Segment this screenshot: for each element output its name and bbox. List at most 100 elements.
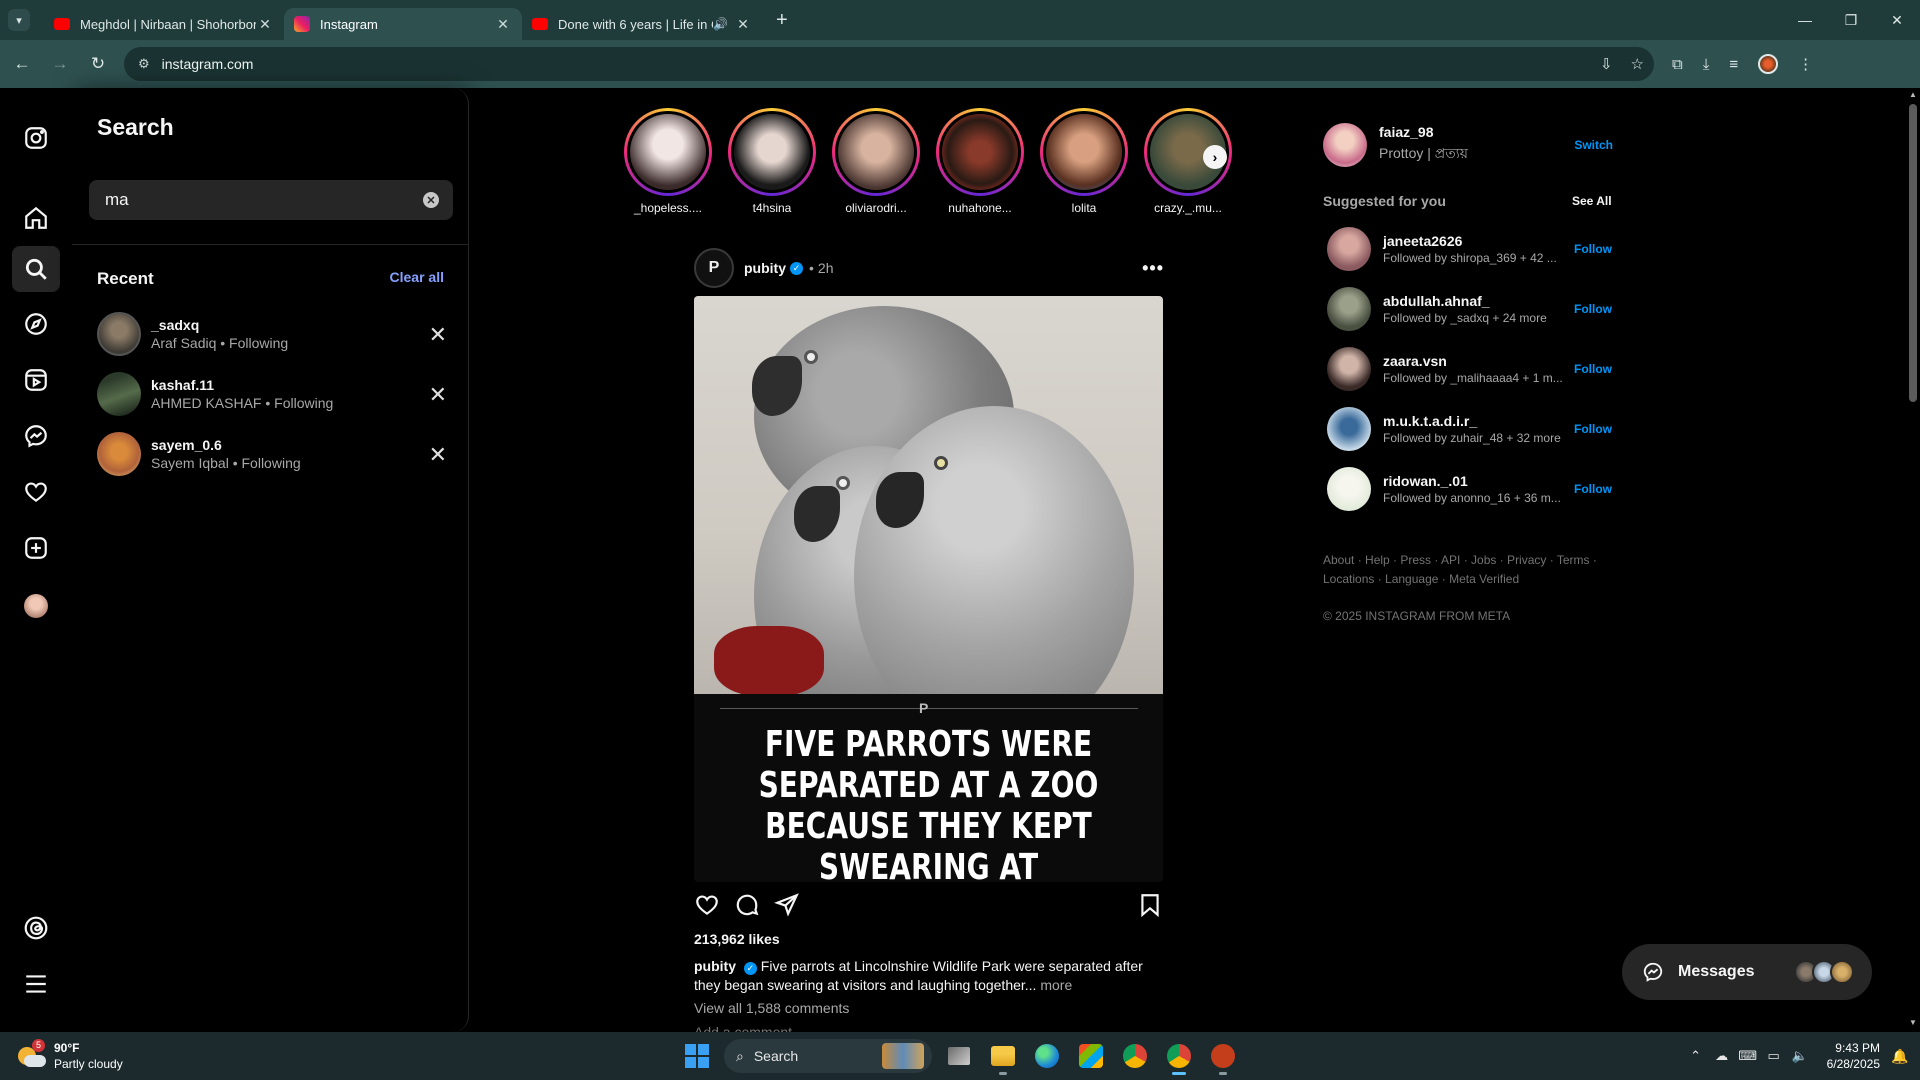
avatar[interactable]	[1327, 347, 1371, 391]
footer-links-row-2[interactable]: Locations · Language · Meta Verified	[1323, 570, 1623, 589]
menu-kebab-icon[interactable]: ⋮	[1798, 55, 1813, 73]
chrome-profile-icon[interactable]	[1162, 1039, 1196, 1075]
follow-button[interactable]: Follow	[1574, 302, 1612, 316]
extensions-icon[interactable]: ⧉	[1672, 56, 1683, 73]
notifications-heart-icon[interactable]	[20, 476, 52, 508]
post-media[interactable]: P FIVE PARROTS WERE SEPARATED AT A ZOO B…	[694, 296, 1163, 882]
profile-avatar-icon[interactable]	[1758, 54, 1779, 74]
tab-search-dropdown-icon[interactable]: ▾	[8, 9, 30, 31]
reload-icon[interactable]: ↻	[82, 48, 114, 80]
messenger-icon[interactable]	[20, 420, 52, 452]
suggestion-username[interactable]: ridowan._.01	[1383, 473, 1561, 489]
recent-item-sadxq[interactable]: _sadxq Araf Sadiq • Following ✕	[97, 308, 447, 360]
scroll-down-icon[interactable]: ▼	[1909, 1018, 1917, 1027]
post-author-username[interactable]: pubity	[744, 260, 786, 276]
caption-username[interactable]: pubity	[694, 958, 736, 974]
close-tab-icon[interactable]: ✕	[734, 16, 752, 33]
downloads-icon[interactable]: ⤓	[1703, 56, 1710, 73]
reels-icon[interactable]	[20, 364, 52, 396]
speaker-icon[interactable]: 🔊	[713, 17, 728, 31]
instagram-logo-icon[interactable]	[20, 122, 52, 154]
microsoft-store-icon[interactable]	[1074, 1039, 1108, 1073]
avatar[interactable]	[1327, 407, 1371, 451]
follow-button[interactable]: Follow	[1574, 362, 1612, 376]
notification-bell-icon[interactable]: 🔔	[1880, 1048, 1920, 1065]
follow-button[interactable]: Follow	[1574, 482, 1612, 496]
post-likes-count[interactable]: 213,962 likes	[694, 931, 780, 947]
save-bookmark-icon[interactable]	[1137, 892, 1163, 918]
search-input-wrapper[interactable]: ✕	[89, 180, 453, 220]
see-all-button[interactable]: See All	[1572, 194, 1612, 208]
footer-links-row-1[interactable]: About · Help · Press · API · Jobs · Priv…	[1323, 551, 1623, 570]
network-icon[interactable]: ▭	[1761, 1048, 1787, 1064]
recent-item-kashaf[interactable]: kashaf.11 AHMED KASHAF • Following ✕	[97, 368, 447, 420]
suggestion-username[interactable]: abdullah.ahnaf_	[1383, 293, 1547, 309]
tab-instagram[interactable]: Instagram ✕	[284, 8, 522, 40]
volume-icon[interactable]: 🔈	[1787, 1048, 1813, 1064]
create-plus-icon[interactable]	[20, 532, 52, 564]
show-hidden-icons-chevron-icon[interactable]: ⌃	[1683, 1048, 1709, 1064]
forward-icon[interactable]: →	[44, 48, 76, 80]
caption-more-link[interactable]: more	[1040, 977, 1072, 993]
minimize-icon[interactable]: —	[1782, 0, 1828, 40]
close-tab-icon[interactable]: ✕	[256, 16, 274, 33]
view-all-comments-link[interactable]: View all 1,588 comments	[694, 1000, 849, 1016]
suggestion-username[interactable]: m.u.k.t.a.d.i.r_	[1383, 413, 1561, 429]
file-explorer-icon[interactable]	[986, 1039, 1020, 1075]
story-item[interactable]: lolita	[1040, 108, 1128, 215]
site-info-icon[interactable]: ⚙	[138, 56, 150, 72]
remove-recent-icon[interactable]: ✕	[429, 442, 447, 468]
story-item[interactable]: oliviarodri...	[832, 108, 920, 215]
profile-avatar[interactable]	[24, 594, 48, 618]
chrome-icon[interactable]	[1118, 1039, 1152, 1073]
weather-widget[interactable]: 5 90°F Partly cloudy	[18, 1039, 123, 1072]
share-send-icon[interactable]	[774, 892, 800, 918]
story-item[interactable]: _hopeless....	[624, 108, 712, 215]
scrollbar-thumb[interactable]	[1909, 104, 1917, 402]
follow-button[interactable]: Follow	[1574, 242, 1612, 256]
post-author-avatar[interactable]: P	[694, 248, 734, 288]
tab-done-with-6-years[interactable]: Done with 6 years | Life in Canada 🔊 ✕	[522, 8, 762, 40]
clear-search-icon[interactable]: ✕	[423, 192, 439, 208]
recent-item-sayem[interactable]: sayem_0.6 Sayem Iqbal • Following ✕	[97, 428, 447, 480]
media-control-icon[interactable]: ≡	[1729, 56, 1738, 73]
suggestion-username[interactable]: janeeta2626	[1383, 233, 1557, 249]
onedrive-off-icon[interactable]: ☁	[1709, 1048, 1735, 1064]
edge-browser-icon[interactable]	[1030, 1039, 1064, 1073]
clock[interactable]: 9:43 PM 6/28/2025	[1827, 1040, 1880, 1072]
avatar[interactable]	[1327, 227, 1371, 271]
new-tab-icon[interactable]: +	[776, 9, 788, 32]
keyboard-icon[interactable]: ⌨	[1735, 1048, 1761, 1064]
install-app-icon[interactable]: ⇩	[1600, 55, 1613, 73]
close-window-icon[interactable]: ✕	[1874, 0, 1920, 40]
stories-next-chevron-icon[interactable]: ›	[1203, 145, 1227, 169]
avatar[interactable]	[1327, 467, 1371, 511]
bookmark-star-icon[interactable]: ☆	[1631, 55, 1644, 73]
scroll-up-icon[interactable]: ▲	[1909, 90, 1917, 99]
taskbar-search[interactable]: ⌕ Search	[724, 1039, 932, 1073]
add-comment-input[interactable]: Add a comment...	[694, 1024, 804, 1032]
current-username[interactable]: faiaz_98	[1379, 124, 1468, 140]
story-item[interactable]: nuhahone...	[936, 108, 1024, 215]
home-icon[interactable]	[20, 202, 52, 234]
search-input[interactable]	[105, 190, 405, 210]
more-menu-icon[interactable]	[20, 968, 52, 1000]
explore-compass-icon[interactable]	[20, 308, 52, 340]
story-item[interactable]: t4hsina	[728, 108, 816, 215]
avatar[interactable]	[1327, 287, 1371, 331]
like-heart-icon[interactable]	[694, 892, 720, 918]
powerpoint-icon[interactable]	[1206, 1039, 1240, 1075]
tab-meghdol[interactable]: Meghdol | Nirbaan | Shohorbondi ✕	[44, 8, 284, 40]
switch-account-button[interactable]: Switch	[1574, 138, 1613, 152]
messages-button[interactable]: Messages	[1622, 944, 1872, 1000]
windows-start-icon[interactable]	[680, 1039, 714, 1073]
post-options-icon[interactable]: •••	[1142, 258, 1164, 279]
suggestion-username[interactable]: zaara.vsn	[1383, 353, 1563, 369]
address-bar[interactable]: ⚙ instagram.com ⇩ ☆	[124, 47, 1654, 81]
back-icon[interactable]: ←	[6, 48, 38, 80]
task-view-icon[interactable]	[942, 1039, 976, 1073]
follow-button[interactable]: Follow	[1574, 422, 1612, 436]
clear-all-button[interactable]: Clear all	[390, 269, 444, 285]
remove-recent-icon[interactable]: ✕	[429, 322, 447, 348]
page-scrollbar[interactable]: ▲ ▼	[1906, 88, 1920, 1032]
